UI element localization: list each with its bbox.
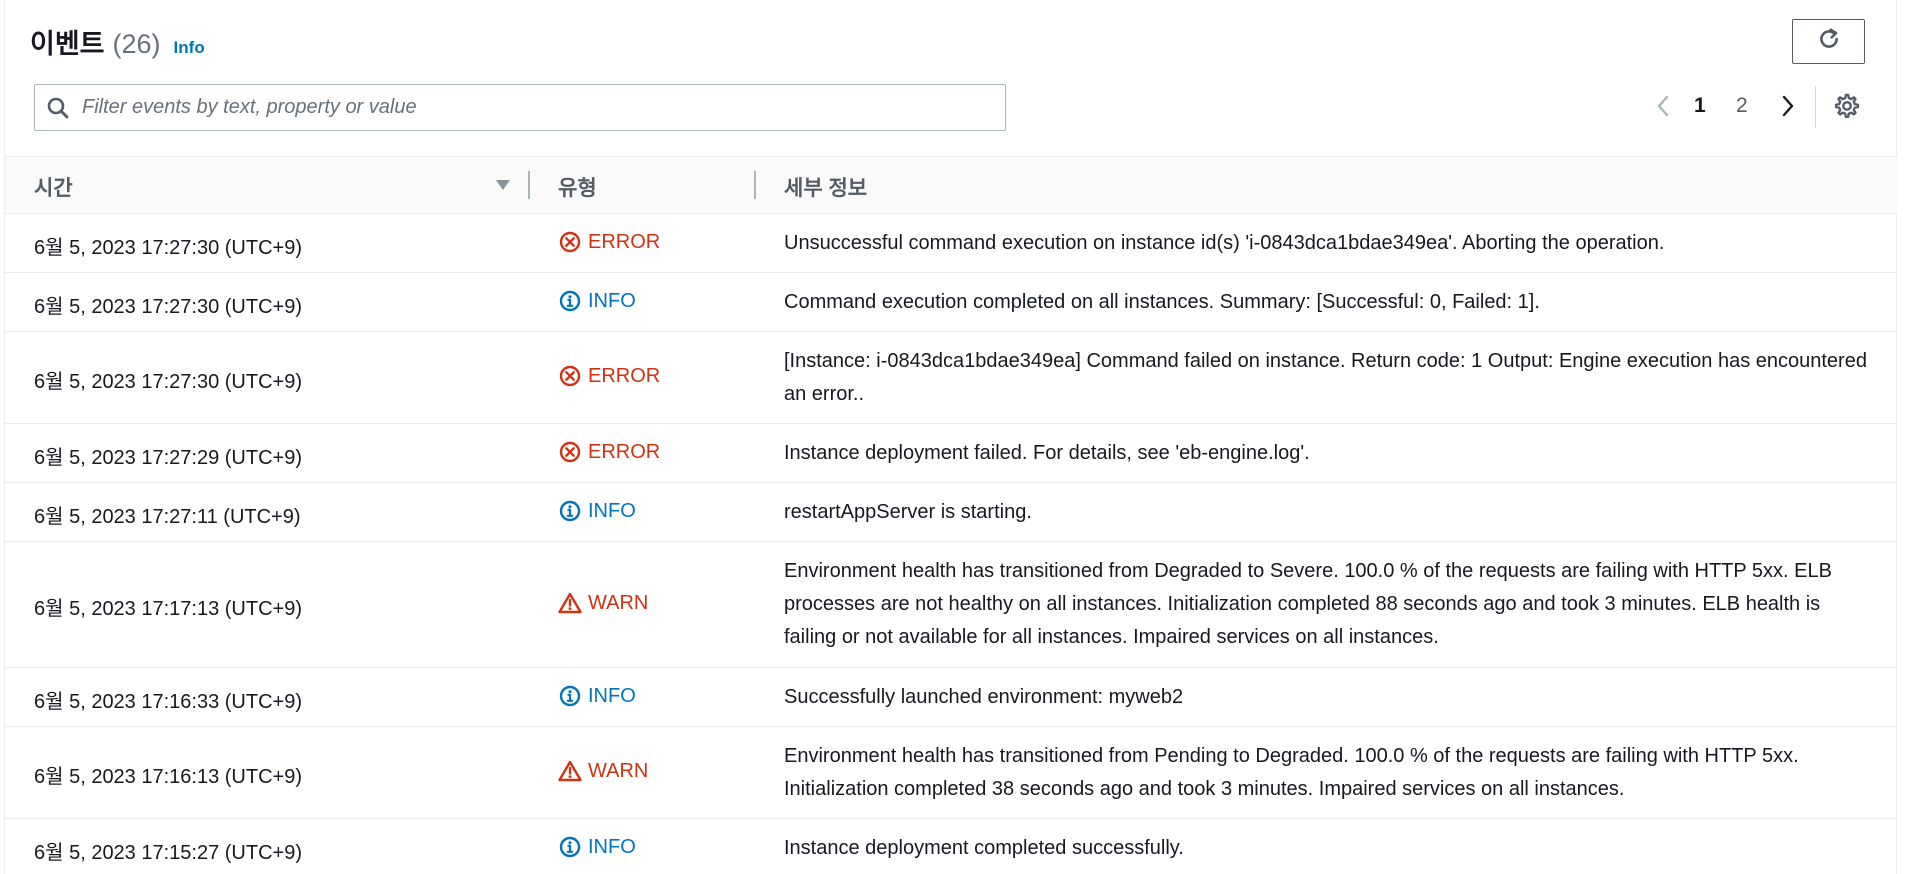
- info-link[interactable]: Info: [174, 38, 205, 58]
- table-row: 6월 5, 2023 17:15:27 (UTC+9) INFO Instanc…: [5, 819, 1897, 874]
- gear-icon: [1833, 92, 1861, 125]
- table-row: 6월 5, 2023 17:27:30 (UTC+9) INFO Command…: [5, 273, 1897, 332]
- previous-page-button[interactable]: [1651, 92, 1675, 124]
- event-count: (26): [112, 29, 161, 59]
- table-row: 6월 5, 2023 17:16:13 (UTC+9) WARN Environ…: [5, 727, 1897, 819]
- event-type-label: INFO: [588, 499, 636, 522]
- page-2-button[interactable]: 2: [1736, 94, 1748, 118]
- event-type: ERROR: [558, 230, 660, 254]
- event-time: 6월 5, 2023 17:27:11 (UTC+9): [34, 506, 301, 528]
- table-row: 6월 5, 2023 17:27:30 (UTC+9) ERROR [Insta…: [5, 332, 1897, 424]
- event-time: 6월 5, 2023 17:27:30 (UTC+9): [34, 237, 302, 259]
- sort-down-icon[interactable]: [495, 178, 511, 192]
- event-type: WARN: [558, 759, 648, 783]
- table-row: 6월 5, 2023 17:27:30 (UTC+9) ERROR Unsucc…: [5, 214, 1897, 273]
- chevron-right-icon: [1780, 94, 1796, 123]
- event-time: 6월 5, 2023 17:27:30 (UTC+9): [34, 371, 302, 393]
- event-type: INFO: [558, 684, 636, 708]
- event-time: 6월 5, 2023 17:16:13 (UTC+9): [34, 766, 302, 788]
- panel-header: 이벤트 (26) Info: [30, 22, 205, 59]
- event-type-label: ERROR: [588, 364, 661, 387]
- table-row: 6월 5, 2023 17:16:33 (UTC+9) INFO Success…: [5, 668, 1897, 727]
- column-header-time[interactable]: 시간: [34, 172, 73, 202]
- event-detail: Command execution completed on all insta…: [784, 291, 1540, 313]
- event-type-label: INFO: [588, 684, 636, 707]
- event-time: 6월 5, 2023 17:15:27 (UTC+9): [34, 842, 302, 864]
- event-detail: [Instance: i-0843dca1bdae349ea] Command …: [784, 350, 1867, 405]
- page-title: 이벤트: [30, 29, 105, 59]
- chevron-left-icon: [1655, 94, 1671, 123]
- warning-triangle-icon: [558, 759, 582, 783]
- refresh-icon: [1816, 26, 1842, 57]
- table-row: 6월 5, 2023 17:27:11 (UTC+9) INFO restart…: [5, 483, 1897, 542]
- info-circle-icon: [558, 499, 582, 523]
- event-detail: Unsuccessful command execution on instan…: [784, 232, 1665, 254]
- event-type: INFO: [558, 499, 636, 523]
- event-type: ERROR: [558, 364, 660, 388]
- info-circle-icon: [558, 684, 582, 708]
- warning-triangle-icon: [558, 591, 582, 615]
- event-type: WARN: [558, 591, 648, 615]
- error-circle-icon: [558, 440, 582, 464]
- right-gutter: [1898, 0, 1914, 874]
- event-type-label: WARN: [588, 591, 649, 614]
- event-detail: Environment health has transitioned from…: [784, 560, 1832, 648]
- column-resizer[interactable]: [754, 171, 756, 199]
- event-detail: restartAppServer is starting.: [784, 501, 1032, 523]
- next-page-button[interactable]: [1776, 92, 1800, 124]
- event-type-label: WARN: [588, 759, 649, 782]
- table-row: 6월 5, 2023 17:17:13 (UTC+9) WARN Environ…: [5, 542, 1897, 668]
- table-row: 6월 5, 2023 17:27:29 (UTC+9) ERROR Instan…: [5, 424, 1897, 483]
- event-type: ERROR: [558, 440, 660, 464]
- refresh-button[interactable]: [1792, 19, 1865, 64]
- event-type-label: ERROR: [588, 230, 661, 253]
- pagination-divider: [1815, 86, 1816, 128]
- column-header-type[interactable]: 유형: [558, 172, 597, 202]
- column-resizer[interactable]: [528, 171, 530, 199]
- event-detail: Instance deployment failed. For details,…: [784, 442, 1310, 464]
- event-detail: Environment health has transitioned from…: [784, 745, 1799, 800]
- event-time: 6월 5, 2023 17:16:33 (UTC+9): [34, 691, 302, 713]
- event-type-label: INFO: [588, 289, 636, 312]
- preferences-button[interactable]: [1832, 93, 1862, 123]
- column-header-details[interactable]: 세부 정보: [784, 172, 867, 202]
- event-time: 6월 5, 2023 17:27:30 (UTC+9): [34, 296, 302, 318]
- table-header: 시간 유형 세부 정보: [5, 156, 1897, 214]
- error-circle-icon: [558, 230, 582, 254]
- event-detail: Successfully launched environment: myweb…: [784, 686, 1184, 708]
- event-type-label: ERROR: [588, 440, 661, 463]
- page-1-button[interactable]: 1: [1694, 94, 1706, 118]
- event-type: INFO: [558, 289, 636, 313]
- event-type-label: INFO: [588, 835, 636, 858]
- event-detail: Instance deployment completed successful…: [784, 837, 1184, 859]
- event-time: 6월 5, 2023 17:17:13 (UTC+9): [34, 598, 302, 620]
- search-input[interactable]: [80, 86, 1005, 129]
- search-box: [34, 84, 1006, 131]
- info-circle-icon: [558, 289, 582, 313]
- event-time: 6월 5, 2023 17:27:29 (UTC+9): [34, 447, 302, 469]
- search-icon: [46, 95, 72, 121]
- event-type: INFO: [558, 835, 636, 859]
- error-circle-icon: [558, 364, 582, 388]
- info-circle-icon: [558, 835, 582, 859]
